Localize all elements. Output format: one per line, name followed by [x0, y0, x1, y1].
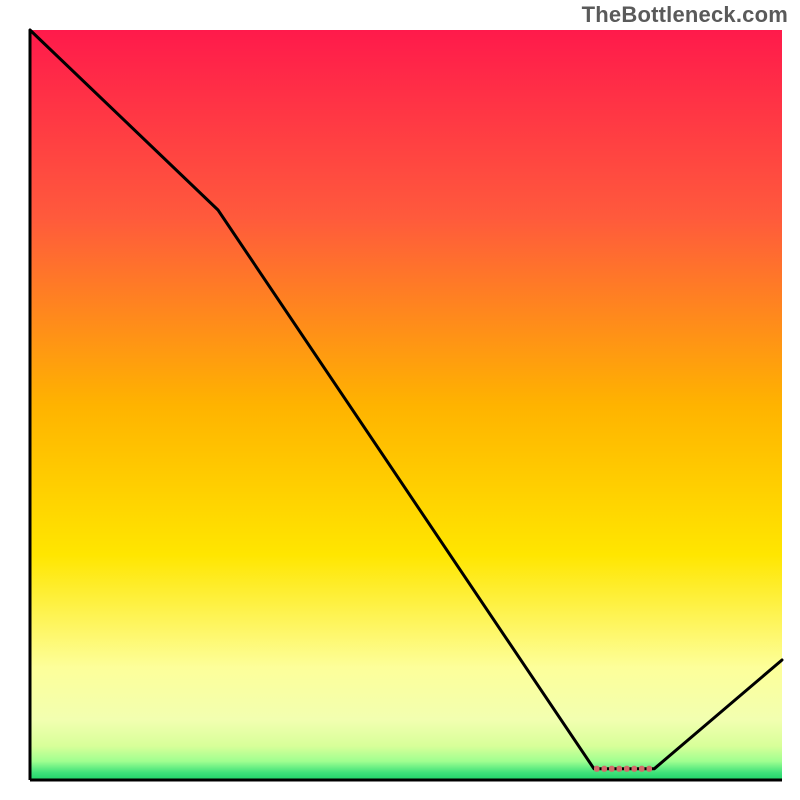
watermark-label: TheBottleneck.com	[582, 2, 788, 28]
gradient-background	[30, 30, 782, 780]
bottleneck-chart	[0, 0, 800, 800]
chart-container: TheBottleneck.com	[0, 0, 800, 800]
